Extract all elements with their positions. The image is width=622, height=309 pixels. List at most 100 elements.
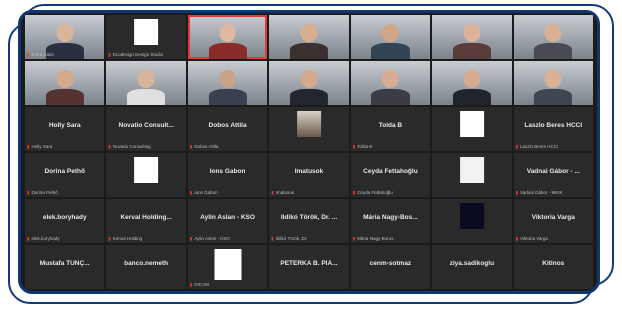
participant-tile[interactable]: Mária Nagy-Bos... ▮ Mária Nagy-Boros [350,199,431,243]
participant-display-name: Kitinos [542,259,565,267]
muted-mic-icon: ▮ [189,190,193,195]
participant-tile[interactable]: ziya.sadikoglu [432,245,512,289]
muted-mic-icon: ▮ [271,190,274,195]
participant-body [452,89,491,105]
participant-name-tag: ▮ Holly Sara [27,144,102,150]
muted-mic-icon: ▮ [27,52,30,57]
participant-name-tag-label: Viktoria Varga [520,236,548,241]
muted-mic-icon: ▮ [27,236,30,241]
participant-tile[interactable] [269,15,349,59]
participant-display-name: Laszlo Beres HCCI [524,121,583,129]
participant-tile[interactable] [432,107,512,151]
participant-tile[interactable] [513,61,593,105]
participant-name-tag-label: Tolda B [357,144,373,149]
participant-display-name: PETERKA B. PIÁ... [280,259,338,267]
participant-video [127,67,166,105]
participant-body [127,89,166,105]
participant-avatar-image [214,249,242,281]
participant-tile[interactable]: Novatio Consult... ▮ Novatio Consulting [106,107,186,151]
participant-tile[interactable]: ▮ DICAM [187,245,268,289]
participant-display-name: Ildikó Török, Dr. ... [280,213,338,221]
participant-tile[interactable] [432,61,512,105]
participant-body [289,89,329,105]
participant-name-tag: ▮ Viktoria Varga [516,236,591,242]
participant-tile[interactable] [513,15,593,59]
participant-name-tag: ▮ Emre Cakir [27,52,102,58]
participant-video [371,67,410,105]
participant-name-tag-label: Ceyda Fettahoğlu [357,190,393,195]
participant-display-name: Novatio Consult... [118,121,174,129]
participant-tile[interactable] [269,61,349,105]
participant-name-tag-label: Ildikó Török, Dr. [275,236,308,241]
participant-face [56,24,74,42]
participant-name-tag: ▮ Ecodesign Design Studio [108,52,183,58]
participant-video [289,67,329,105]
participant-display-name: Ions Gabon [209,167,246,175]
participant-tile[interactable]: Ions Gabon ▮ Ions Gabon [187,153,268,197]
participant-tile[interactable]: Aylin Aslan - KSO ▮ Aylin Aslan - KSO [187,199,268,243]
participant-name-tag: ▮ Novatio Consulting [108,144,183,150]
participant-tile[interactable]: Ceyda Fettahoğlu ▮ Ceyda Fettahoğlu [350,153,431,197]
participant-tile[interactable]: Laszlo Beres HCCI ▮ Laszlo Beres HCCI [513,107,593,151]
participant-body [371,89,410,105]
participant-tile[interactable] [350,61,431,105]
participant-tile[interactable] [350,15,431,59]
participant-tile[interactable]: Mustafa TUNÇ... [25,245,105,289]
participant-tile[interactable]: Imatusok ▮ Imatusok [269,153,349,197]
participant-tile[interactable]: cenm-sotmaz [350,245,431,289]
participant-tile[interactable]: Tolda B ▮ Tolda B [350,107,431,151]
participant-name-tag: ▮ Vadnai Gábor - MKIK [516,190,591,196]
participant-tile[interactable]: ▮ Ecodesign Design Studio [106,15,186,59]
participant-name-tag-label: Dobos Attila [194,144,219,149]
muted-mic-icon: ▮ [515,144,519,149]
participant-tile[interactable]: Vadnai Gábor - ... ▮ Vadnai Gábor - MKIK [513,153,593,197]
participant-video [208,67,247,105]
participant-tile[interactable] [106,153,186,197]
participant-name-tag-label: Novatio Consulting [112,144,151,149]
participant-tile[interactable]: Kitinos [513,245,593,289]
participant-avatar-image [134,156,159,183]
participant-tile[interactable]: Holly Sara ▮ Holly Sara [25,107,105,151]
muted-mic-icon: ▮ [108,144,111,149]
participant-name-tag: ▮ Imatusok [271,190,346,196]
participant-tile[interactable]: ▮ Emre Cakir [25,15,105,59]
participant-name-tag: ▮ Dobos Attila [190,144,265,150]
participant-name-tag-label: Dorina Pethő [31,190,58,195]
participant-name-tag: ▮ Laszlo Beres HCCI [516,144,591,150]
participant-tile[interactable] [432,199,512,243]
participant-face [382,70,399,88]
participant-tile[interactable] [187,15,268,59]
participant-display-name: Viktoria Varga [531,213,575,221]
participant-tile[interactable] [269,107,349,151]
participant-tile[interactable] [187,61,268,105]
participant-tile[interactable] [432,153,512,197]
participant-face [463,24,481,42]
participant-face [544,24,562,42]
participant-tile[interactable]: Dobos Attila ▮ Dobos Attila [187,107,268,151]
participant-display-name: ziya.sadikoglu [449,259,495,267]
participant-name-tag-label: Laszlo Beres HCCI [520,144,559,149]
participant-tile[interactable]: elek.boryhady ▮ elek.boryhady [25,199,105,243]
participant-tile[interactable] [432,15,512,59]
muted-mic-icon: ▮ [108,236,111,241]
participant-tile[interactable]: Kerval Holding... ▮ Kerval Holding [106,199,186,243]
participant-display-name: Kerval Holding... [120,213,172,221]
participant-body [45,89,84,105]
participant-tile[interactable]: PETERKA B. PIÁ... [269,245,349,289]
participant-body [534,89,573,105]
participant-grid: ▮ Emre Cakir ▮ Ecodesign Design Studio Holly… [25,15,593,289]
participant-avatar-image [297,110,321,137]
participant-tile[interactable] [25,61,105,105]
participant-tile[interactable]: banco.nemeth [106,245,186,289]
participant-tile[interactable]: Ildikó Török, Dr. ... ▮ Ildikó Török, Dr. [269,199,349,243]
participant-tile[interactable] [106,61,186,105]
participant-name-tag-label: Vadnai Gábor - MKIK [520,190,563,195]
participant-tile[interactable]: Dorina Pethő ▮ Dorina Pethő [25,153,105,197]
participant-body [371,43,410,59]
participant-name-tag: ▮ Ildikó Török, Dr. [271,236,346,242]
participant-body [452,43,491,59]
participant-name-tag: ▮ elek.boryhady [27,236,102,242]
participant-tile[interactable]: Viktoria Varga ▮ Viktoria Varga [513,199,593,243]
participant-name-tag: ▮ Kerval Holding [108,236,183,242]
muted-mic-icon: ▮ [108,52,111,57]
